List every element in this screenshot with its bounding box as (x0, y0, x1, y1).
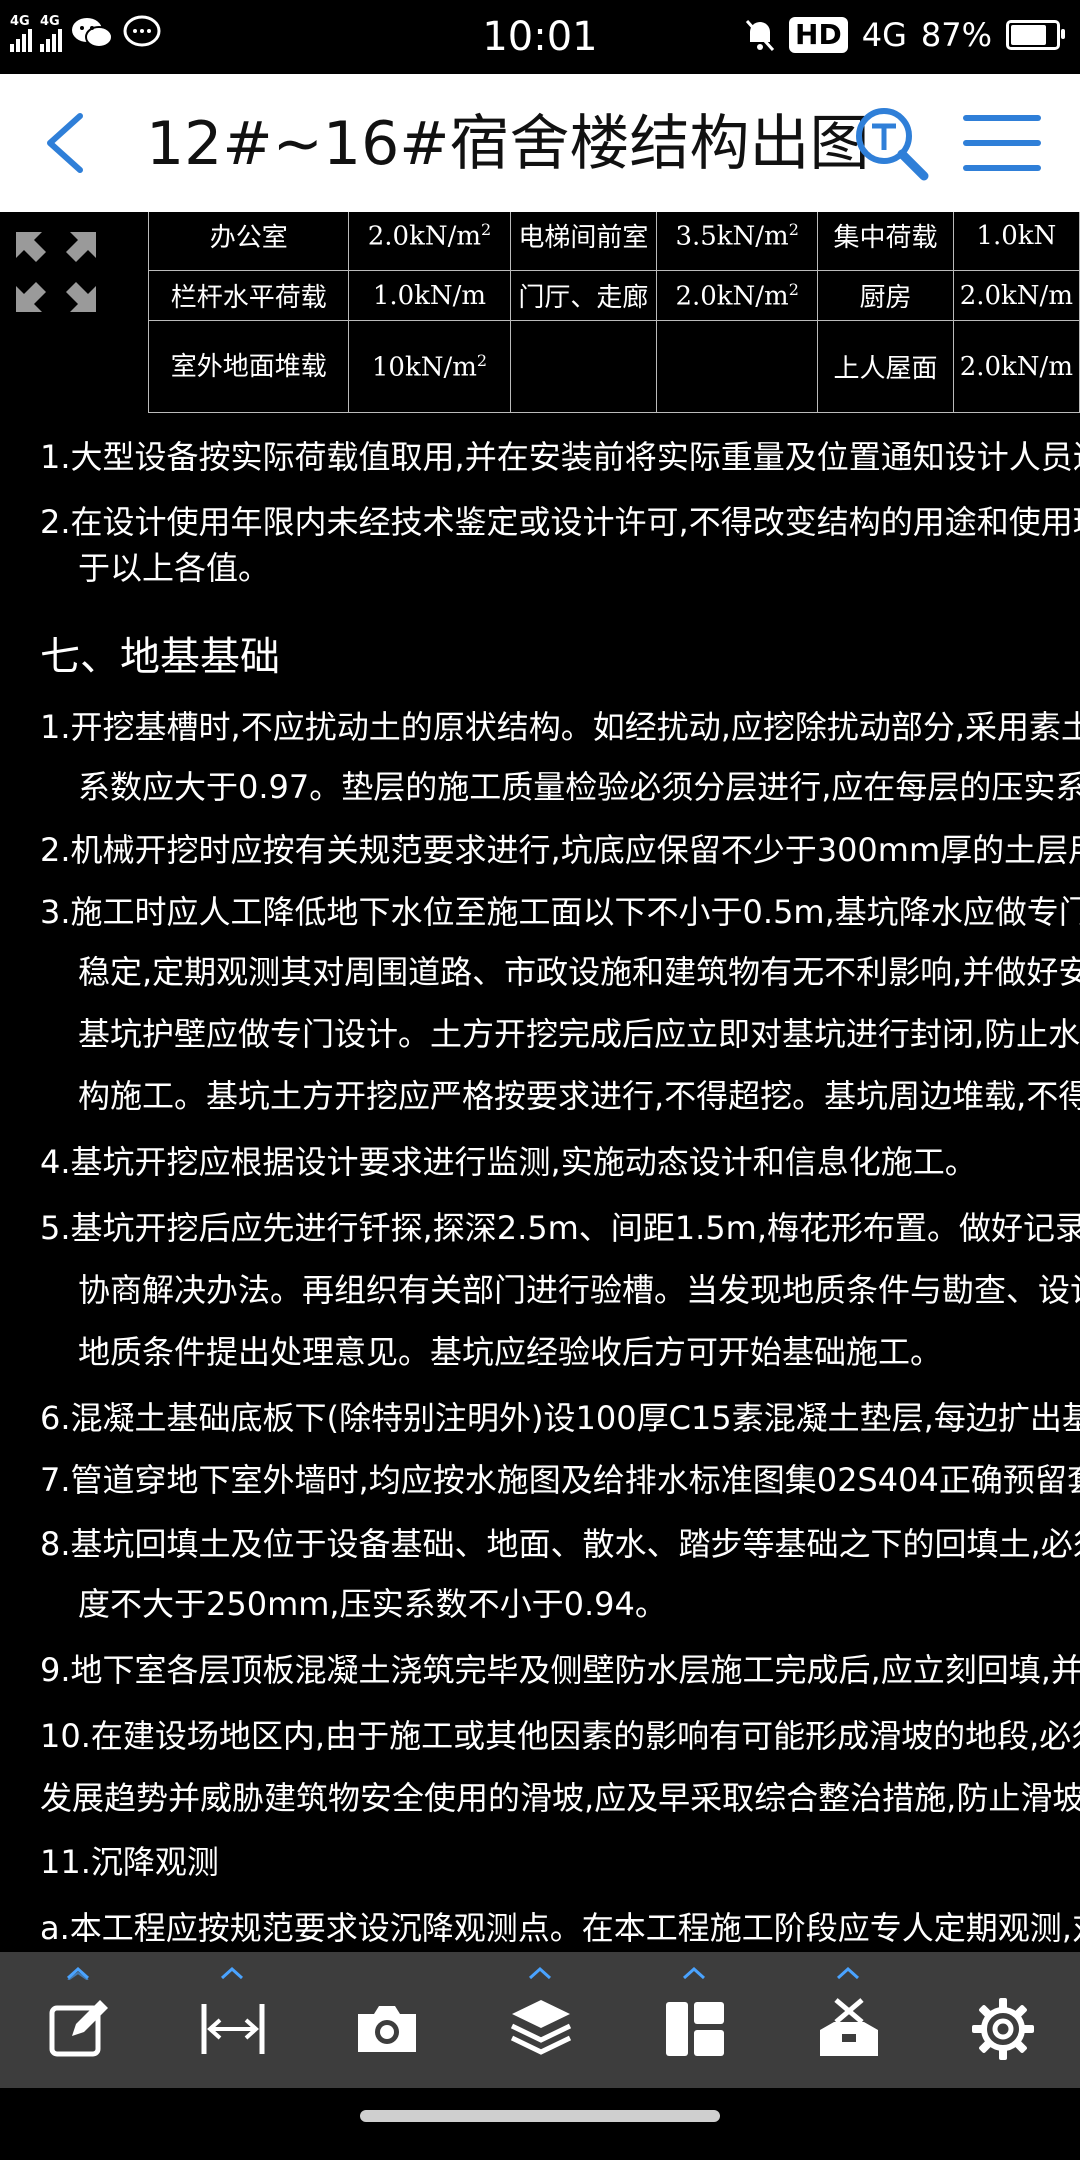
note-line: 10.在建设场地区内,由于施工或其他因素的影响有可能形成滑坡的地段,必须采取可靠… (40, 1717, 1080, 1755)
note-line: 7.管道穿地下室外墙时,均应按水施图及给排水标准图集02S404正确预留套管或钢… (40, 1461, 1080, 1499)
note-line: 4.基坑开挖应根据设计要求进行监测,实施动态设计和信息化施工。 (40, 1143, 977, 1181)
battery-percent: 87% (920, 16, 992, 54)
table-cell: 1.0kN/m (348, 270, 511, 321)
table-cell: 2.0kN/m (952, 270, 1080, 321)
camera-icon (358, 2006, 416, 2052)
home-gesture-handle[interactable] (360, 2110, 720, 2122)
table-cell: 2.0kN/m (952, 320, 1080, 413)
chevron-up-icon (682, 1966, 706, 1980)
table-cell: 电梯间前室 (509, 212, 658, 271)
table-row: 办公室 2.0kN/m2 电梯间前室 3.5kN/m2 集中荷载 1.0kN (147, 212, 1080, 271)
table-cell: 2.0kN/m2 (348, 212, 511, 271)
app-header: 12#~16#宿舍楼结构出图 (0, 74, 1080, 212)
note-line: 6.混凝土基础底板下(除特别注明外)设100厚C15素混凝土垫层,每边扩出基础边… (40, 1399, 1080, 1437)
table-cell: 集中荷载 (817, 212, 954, 271)
settings-button[interactable] (952, 1966, 1052, 2076)
note-line: 地质条件提出处理意见。基坑应经验收后方可开始基础施工。 (78, 1333, 943, 1371)
note-line: 8.基坑回填土及位于设备基础、地面、散水、踏步等基础之下的回填土,必须用素土分层… (40, 1525, 1080, 1563)
note-line: a.本工程应按规范要求设沉降观测点。在本工程施工阶段应专人定期观测,对大型、高层… (40, 1909, 1080, 1947)
hd-badge: HD (789, 17, 848, 53)
table-row: 室外地面堆载 10kN/m2 上人屋面 2.0kN/m (147, 320, 1080, 413)
note-line: 1.大型设备按实际荷载值取用,并在安装前将实际重量及位置通知设计人员进行复核。 (40, 438, 1080, 476)
fullscreen-icon[interactable] (14, 230, 98, 314)
menu-icon[interactable] (962, 110, 1042, 176)
table-row: 栏杆水平荷载 1.0kN/m 门厅、走廊 2.0kN/m2 厨房 2.0kN/m (147, 270, 1080, 321)
drawing-canvas[interactable]: 办公室 2.0kN/m2 电梯间前室 3.5kN/m2 集中荷载 1.0kN 栏… (0, 212, 1080, 1952)
table-cell (509, 320, 658, 413)
status-right: HD 4G 87% (745, 16, 1065, 54)
mute-bell-icon (745, 19, 775, 52)
layers-tool-button[interactable] (490, 1966, 590, 2076)
table-cell: 3.5kN/m2 (656, 212, 819, 271)
measure-icon (201, 2004, 265, 2054)
edit-icon (49, 2000, 108, 2057)
table-cell: 办公室 (147, 212, 350, 271)
tools-icon (820, 1998, 878, 2056)
page-title: 12#~16#宿舍楼结构出图 (146, 109, 870, 179)
search-icon[interactable] (852, 104, 932, 184)
note-line: 基坑护壁应做专门设计。土方开挖完成后应立即对基坑进行封闭,防止水浸和暴露,并应及… (78, 1015, 1080, 1053)
chevron-up-icon (836, 1966, 860, 1980)
table-cell: 2.0kN/m2 (656, 270, 819, 321)
chevron-up-icon (220, 1966, 244, 1980)
note-line: 1.开挖基槽时,不应扰动土的原状结构。如经扰动,应挖除扰动部分,采用素土进行分层… (40, 708, 1080, 746)
table-cell: 上人屋面 (817, 320, 954, 413)
table-cell: 1.0kN (952, 212, 1080, 271)
note-line: 构施工。基坑土方开挖应严格按要求进行,不得超挖。基坑周边堆载,不得超过设计荷载限… (78, 1077, 1080, 1115)
system-nav-bar (0, 2088, 1080, 2160)
layout-icon (666, 2002, 724, 2056)
bottom-toolbar (0, 1952, 1080, 2088)
battery-icon (1006, 20, 1065, 50)
network-type: 4G (861, 16, 907, 54)
table-cell: 门厅、走廊 (509, 270, 658, 321)
toolbox-button[interactable] (798, 1966, 898, 2076)
note-line: 9.地下室各层顶板混凝土浇筑完毕及侧壁防水层施工完成后,应立刻回填,并按要求分层… (40, 1651, 1080, 1689)
note-line: 系数应大于0.97。垫层的施工质量检验必须分层进行,应在每层的压实系数符合设计要… (78, 768, 1080, 806)
table-cell: 栏杆水平荷载 (147, 270, 350, 321)
table-cell: 室外地面堆载 (147, 320, 350, 413)
note-line: 于以上各值。 (78, 549, 271, 587)
note-line: 稳定,定期观测其对周围道路、市政设施和建筑物有无不利影响,并做好安全防护。非自然… (78, 953, 1080, 991)
note-line: 3.施工时应人工降低地下水位至施工面以下不小于0.5m,基坑降水应做专门设计。开… (40, 893, 1080, 931)
note-line: 发展趋势并威胁建筑物安全使用的滑坡,应及早采取综合整治措施,防止滑坡继续发展。 (40, 1779, 1080, 1817)
table-cell: 厨房 (817, 270, 954, 321)
layers-icon (510, 2000, 572, 2055)
note-line: 协商解决办法。再组织有关部门进行验槽。当发现地质条件与勘查、设计不一致或遇到异常… (78, 1271, 1080, 1309)
back-icon[interactable] (36, 110, 96, 176)
measure-tool-button[interactable] (182, 1966, 282, 2076)
battery-fill (1011, 25, 1046, 45)
note-line: 5.基坑开挖后应先进行钎探,探深2.5m、间距1.5m,梅花形布置。做好记录,如… (40, 1209, 1080, 1247)
status-bar: 4G 4G 10:01 HD 4G 87% (0, 0, 1080, 74)
note-line: 度不大于250mm,压实系数不小于0.94。 (78, 1585, 667, 1623)
gear-icon (972, 1998, 1034, 2060)
note-line: 11.沉降观测 (40, 1843, 219, 1881)
edit-tool-button[interactable] (28, 1966, 128, 2076)
section-heading: 七、地基基础 (40, 634, 280, 680)
note-line: 2.机械开挖时应按有关规范要求进行,坑底应保留不少于300mm厚的土层用人工开挖… (40, 831, 1080, 869)
table-cell: 10kN/m2 (348, 320, 511, 413)
load-table: 办公室 2.0kN/m2 电梯间前室 3.5kN/m2 集中荷载 1.0kN 栏… (147, 212, 1080, 413)
table-cell (656, 320, 819, 413)
chevron-up-icon (528, 1966, 552, 1980)
layout-tool-button[interactable] (644, 1966, 744, 2076)
chevron-up-icon (66, 1966, 90, 1980)
camera-tool-button[interactable] (336, 1966, 436, 2076)
